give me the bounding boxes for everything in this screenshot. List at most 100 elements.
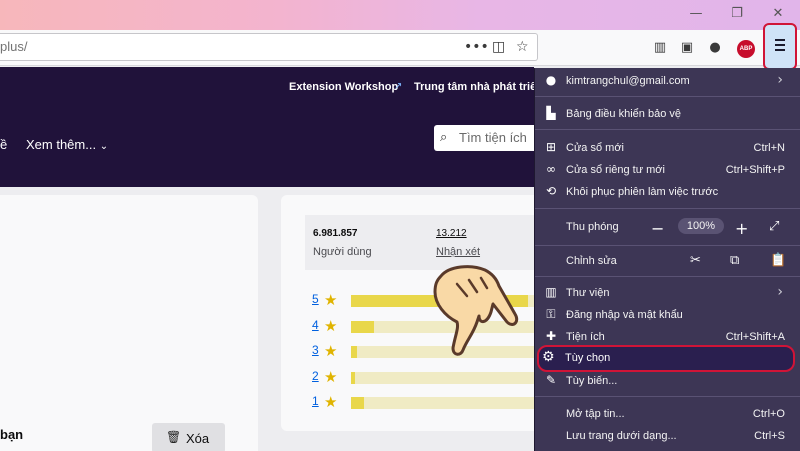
- bookmark-star-icon[interactable]: ☆: [516, 39, 529, 55]
- developer-hub-link[interactable]: Trung tâm nhà phát triể: [414, 81, 536, 93]
- paintbrush-icon: ✎: [545, 373, 557, 387]
- nav-more-link[interactable]: Xem thêm... ⌄: [26, 137, 108, 152]
- menu-open-file-label: Mở tập tin...: [566, 408, 625, 420]
- star-icon: ★: [324, 367, 338, 386]
- menu-save-page-label: Lưu trang dưới dạng...: [566, 430, 677, 442]
- extension-workshop-link[interactable]: Extension Workshop: [289, 81, 398, 93]
- search-icon: ⌕: [440, 130, 448, 145]
- search-placeholder: Tìm tiện ích: [459, 130, 527, 145]
- menu-item-library[interactable]: ▥ Thư viện ›: [535, 282, 800, 304]
- menu-divider: [535, 396, 800, 397]
- chevron-right-icon: ›: [777, 284, 783, 300]
- reviews-count-link[interactable]: 13.212: [436, 228, 467, 239]
- private-mask-icon: ∞: [546, 162, 556, 176]
- delete-button[interactable]: 🗑 Xóa: [152, 423, 225, 451]
- menu-item-restore-session[interactable]: ⟲ Khôi phục phiên làm việc trước: [535, 181, 800, 203]
- zoom-in-button[interactable]: +: [735, 219, 748, 238]
- card-partial-text: bạn: [0, 427, 24, 442]
- rating-stars-link[interactable]: 1: [312, 394, 319, 408]
- menu-bar-line: [775, 49, 785, 51]
- rating-stars-link[interactable]: 2: [312, 369, 319, 383]
- menu-restore-label: Khôi phục phiên làm việc trước: [566, 186, 719, 198]
- sidebar-icon[interactable]: ▣: [678, 39, 696, 57]
- trash-icon: 🗑: [166, 430, 182, 444]
- menu-item-edit: Chỉnh sửa ✂ ⧉ 📋: [535, 249, 800, 273]
- menu-bar-line: [775, 39, 785, 41]
- rating-bar-fill: [351, 320, 374, 333]
- account-icon: ●: [545, 73, 557, 87]
- pocket-icon[interactable]: ◫: [492, 39, 505, 55]
- menu-addons-label: Tiện ích: [566, 331, 605, 343]
- rating-bar-fill: [351, 397, 364, 409]
- pointing-hand-icon: [433, 265, 519, 356]
- external-link-icon: ↗: [394, 81, 403, 92]
- rating-row[interactable]: 1 ★: [312, 393, 541, 411]
- menu-item-zoom: Thu phóng − 100% + ⤢: [535, 215, 800, 241]
- chevron-down-icon: ⌄: [99, 141, 109, 152]
- gear-icon: ⚙: [542, 349, 555, 365]
- menu-open-file-shortcut: Ctrl+O: [752, 408, 785, 420]
- menu-zoom-label: Thu phóng: [566, 221, 619, 233]
- reviews-label-link[interactable]: Nhận xét: [436, 246, 480, 258]
- restore-button[interactable]: ❐: [727, 4, 747, 24]
- paste-icon[interactable]: 📋: [770, 253, 786, 268]
- rating-bar-track: [351, 371, 541, 384]
- app-menu-panel: ● kimtrangchul@gmail.com › ▙ Bảng điều k…: [534, 68, 800, 451]
- library-icon[interactable]: ▥: [651, 39, 669, 57]
- menu-customize-label: Tùy biến...: [566, 375, 618, 387]
- rating-bar-track: [351, 397, 541, 409]
- cut-icon[interactable]: ✂: [690, 253, 701, 268]
- menu-item-new-window[interactable]: ⊞ Cửa sổ mới Ctrl+N: [535, 137, 800, 159]
- rating-bar-fill: [351, 346, 357, 358]
- menu-new-window-shortcut: Ctrl+N: [753, 142, 785, 154]
- menu-new-window-label: Cửa sổ mới: [566, 142, 624, 154]
- menu-private-window-label: Cửa sổ riêng tư mới: [566, 164, 665, 176]
- minimize-button[interactable]: —: [686, 4, 706, 24]
- star-icon: ★: [324, 342, 338, 360]
- rating-stars-link[interactable]: 5: [312, 292, 319, 306]
- close-button[interactable]: ✕: [768, 4, 788, 24]
- menu-protection-label: Bảng điều khiển bảo vệ: [566, 108, 681, 120]
- url-bar[interactable]: plus/ ••• ◫ ☆: [0, 33, 538, 61]
- url-text[interactable]: plus/: [0, 39, 27, 54]
- page-actions-icon[interactable]: •••: [464, 39, 489, 55]
- library-icon: ▥: [545, 285, 557, 299]
- key-icon: ⚿: [546, 307, 556, 321]
- star-icon: ★: [324, 316, 338, 335]
- copy-icon[interactable]: ⧉: [730, 253, 739, 268]
- menu-bar-line: [775, 44, 785, 46]
- title-bar: — ❐ ✕: [0, 0, 800, 30]
- menu-divider: [535, 208, 800, 209]
- adblock-plus-icon[interactable]: ABP: [737, 40, 755, 58]
- zoom-level-button[interactable]: 100%: [678, 218, 724, 234]
- menu-account-label: kimtrangchul@gmail.com: [566, 75, 690, 87]
- account-icon[interactable]: ●: [706, 39, 724, 57]
- menu-logins-label: Đăng nhập và mật khẩu: [566, 309, 683, 321]
- fullscreen-icon[interactable]: ⤢: [769, 219, 779, 234]
- menu-divider: [535, 276, 800, 277]
- rating-stars-link[interactable]: 4: [312, 318, 319, 332]
- menu-item-open-file[interactable]: Mở tập tin... Ctrl+O: [535, 403, 800, 425]
- menu-item-account[interactable]: ● kimtrangchul@gmail.com ›: [535, 70, 800, 92]
- nav-item-partial[interactable]: ề: [0, 137, 7, 152]
- menu-item-options[interactable]: ⚙ Tùy chọn: [537, 345, 795, 372]
- menu-item-save-page[interactable]: Lưu trang dưới dạng... Ctrl+S: [535, 425, 800, 447]
- menu-item-protection-dashboard[interactable]: ▙ Bảng điều khiển bảo vệ: [535, 103, 800, 125]
- menu-save-page-shortcut: Ctrl+S: [754, 430, 785, 442]
- zoom-out-button[interactable]: −: [651, 219, 664, 238]
- delete-label: Xóa: [186, 431, 210, 446]
- new-window-icon: ⊞: [545, 140, 557, 154]
- rating-stars-link[interactable]: 3: [312, 343, 319, 357]
- hamburger-menu-icon[interactable]: [763, 23, 797, 70]
- puzzle-icon: ✚: [545, 329, 557, 343]
- search-input[interactable]: ⌕ Tìm tiện ích: [434, 125, 544, 151]
- star-icon: ★: [324, 291, 338, 309]
- menu-item-logins[interactable]: ⚿ Đăng nhập và mật khẩu: [535, 304, 800, 326]
- menu-item-private-window[interactable]: ∞ Cửa sổ riêng tư mới Ctrl+Shift+P: [535, 159, 800, 181]
- rating-row[interactable]: 2 ★: [312, 367, 541, 386]
- menu-item-customize[interactable]: ✎ Tùy biến...: [535, 370, 800, 392]
- dashboard-chart-icon: ▙: [546, 106, 556, 120]
- menu-divider: [535, 129, 800, 130]
- menu-library-label: Thư viện: [566, 287, 610, 299]
- menu-private-window-shortcut: Ctrl+Shift+P: [725, 164, 785, 176]
